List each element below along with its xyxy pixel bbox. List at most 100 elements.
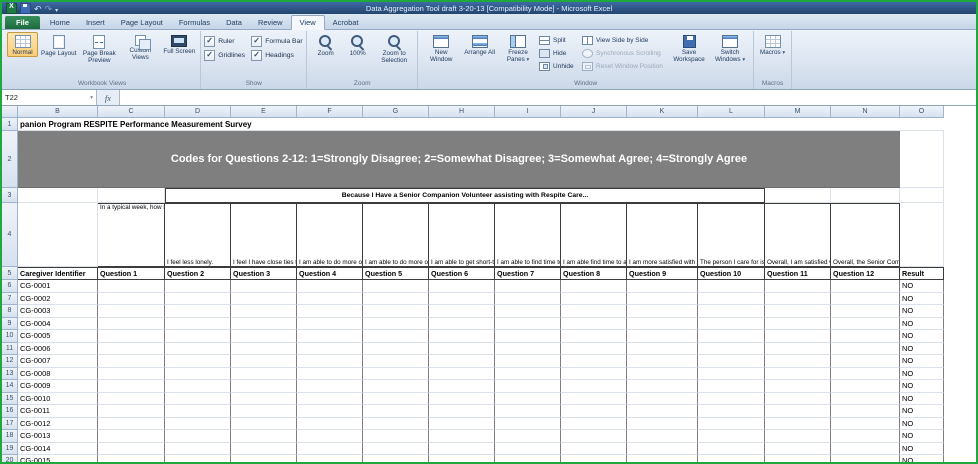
- cell-result[interactable]: NO: [900, 330, 944, 343]
- cell[interactable]: [297, 418, 363, 431]
- cell[interactable]: [429, 380, 495, 393]
- freeze-panes-button[interactable]: Freeze Panes ▾: [498, 32, 538, 65]
- cell-result[interactable]: NO: [900, 318, 944, 331]
- formula-bar-checkbox[interactable]: Formula Bar: [251, 35, 303, 47]
- cell[interactable]: [831, 368, 900, 381]
- cell[interactable]: [627, 430, 698, 443]
- headings-checkbox[interactable]: Headings: [251, 49, 303, 61]
- cell[interactable]: [698, 455, 765, 462]
- cell-caregiver-id[interactable]: CG-0003: [18, 305, 98, 318]
- cell[interactable]: [765, 393, 831, 406]
- cell[interactable]: [831, 418, 900, 431]
- cell[interactable]: [165, 355, 231, 368]
- cell-header[interactable]: Question 4: [297, 267, 363, 280]
- cell[interactable]: [297, 293, 363, 306]
- cell[interactable]: [165, 430, 231, 443]
- cell[interactable]: [363, 455, 429, 462]
- cell-question[interactable]: I am more satisfied with my life.: [627, 203, 698, 267]
- tab-review[interactable]: Review: [250, 16, 291, 29]
- row-header[interactable]: 1: [2, 118, 18, 131]
- cell[interactable]: [831, 455, 900, 462]
- cell[interactable]: [831, 293, 900, 306]
- cell[interactable]: [765, 443, 831, 456]
- cell[interactable]: [429, 418, 495, 431]
- cell[interactable]: [297, 430, 363, 443]
- cell[interactable]: [698, 393, 765, 406]
- cell[interactable]: [297, 443, 363, 456]
- cell[interactable]: [165, 380, 231, 393]
- column-header[interactable]: B: [18, 106, 98, 118]
- qat-dropdown-icon[interactable]: [55, 0, 58, 17]
- cell-question[interactable]: I am able to get short-term rest and rel…: [429, 203, 495, 267]
- unhide-button[interactable]: Unhide: [539, 61, 581, 72]
- row-header[interactable]: 2: [2, 131, 18, 188]
- cell[interactable]: [98, 405, 165, 418]
- cell[interactable]: [698, 418, 765, 431]
- cell[interactable]: [698, 293, 765, 306]
- column-header[interactable]: F: [297, 106, 363, 118]
- cell-question[interactable]: I am able find time to attend to my pers…: [561, 203, 627, 267]
- formula-input[interactable]: [120, 90, 976, 105]
- cell-question[interactable]: I am able to do more of the things I wan…: [363, 203, 429, 267]
- row-header[interactable]: 14: [2, 380, 18, 393]
- cell[interactable]: [429, 343, 495, 356]
- cell[interactable]: [98, 188, 165, 203]
- cell[interactable]: [98, 393, 165, 406]
- cell[interactable]: [698, 380, 765, 393]
- cell-codes-banner[interactable]: Codes for Questions 2-12: 1=Strongly Dis…: [18, 131, 900, 188]
- cell[interactable]: [297, 355, 363, 368]
- cell[interactable]: [18, 188, 98, 203]
- save-workspace-button[interactable]: Save Workspace: [669, 32, 709, 64]
- cell[interactable]: [429, 330, 495, 343]
- column-header[interactable]: G: [363, 106, 429, 118]
- cell[interactable]: [231, 368, 297, 381]
- cell[interactable]: [495, 430, 561, 443]
- cell[interactable]: [363, 443, 429, 456]
- cell-caregiver-id[interactable]: CG-0006: [18, 343, 98, 356]
- cell[interactable]: [363, 405, 429, 418]
- cell[interactable]: [765, 188, 831, 203]
- cell-header[interactable]: Question 3: [231, 267, 297, 280]
- cell[interactable]: [429, 280, 495, 293]
- cell[interactable]: [698, 280, 765, 293]
- row-header[interactable]: 11: [2, 343, 18, 356]
- cell[interactable]: [297, 343, 363, 356]
- cell[interactable]: [698, 355, 765, 368]
- cell[interactable]: [561, 380, 627, 393]
- cell[interactable]: [429, 430, 495, 443]
- cell-header[interactable]: Result: [900, 267, 944, 280]
- cell[interactable]: [698, 330, 765, 343]
- column-header[interactable]: C: [98, 106, 165, 118]
- cell-header[interactable]: Question 2: [165, 267, 231, 280]
- cell[interactable]: [561, 343, 627, 356]
- cell[interactable]: [363, 280, 429, 293]
- cell[interactable]: [561, 355, 627, 368]
- cell[interactable]: [495, 330, 561, 343]
- cell[interactable]: [98, 318, 165, 331]
- ruler-checkbox[interactable]: Ruler: [204, 35, 250, 47]
- cell[interactable]: [561, 368, 627, 381]
- cell[interactable]: [495, 293, 561, 306]
- cell[interactable]: [561, 305, 627, 318]
- cell-question[interactable]: In a typical week, how many hours does y…: [98, 203, 165, 267]
- cell-header[interactable]: Question 7: [495, 267, 561, 280]
- cell[interactable]: [231, 280, 297, 293]
- cell[interactable]: [495, 443, 561, 456]
- cell[interactable]: [429, 355, 495, 368]
- cell[interactable]: [98, 330, 165, 343]
- cell-question[interactable]: I feel less lonely.: [165, 203, 231, 267]
- tab-acrobat[interactable]: Acrobat: [325, 16, 367, 29]
- cell[interactable]: [831, 380, 900, 393]
- cell[interactable]: [165, 418, 231, 431]
- cell-header[interactable]: Question 6: [429, 267, 495, 280]
- cell[interactable]: [429, 393, 495, 406]
- cell[interactable]: [561, 443, 627, 456]
- row-header[interactable]: 8: [2, 305, 18, 318]
- row-header[interactable]: 10: [2, 330, 18, 343]
- cell[interactable]: [231, 393, 297, 406]
- cell[interactable]: [231, 443, 297, 456]
- cell-header[interactable]: Question 10: [698, 267, 765, 280]
- cell[interactable]: [231, 355, 297, 368]
- cell[interactable]: [429, 443, 495, 456]
- cell[interactable]: [297, 305, 363, 318]
